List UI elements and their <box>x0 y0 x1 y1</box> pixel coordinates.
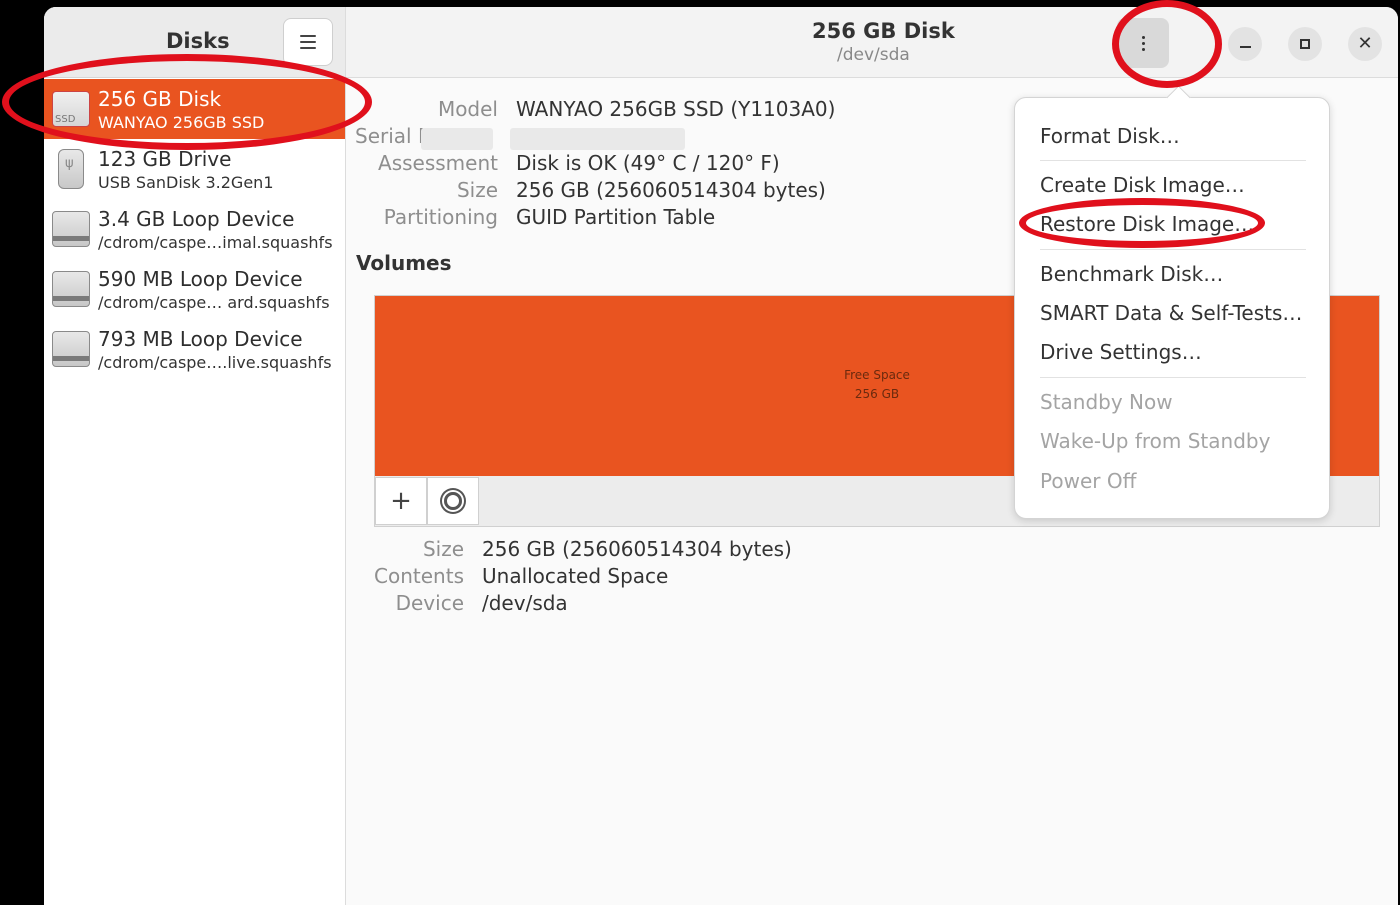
menu-item-format-disk[interactable]: Format Disk… <box>1040 124 1180 148</box>
device-description: USB SanDisk 3.2Gen1 <box>98 173 274 192</box>
app-title: Disks <box>166 29 230 53</box>
device-item-123gb-drive[interactable]: ψ 123 GB Drive USB SanDisk 3.2Gen1 <box>44 139 345 199</box>
serial-redacted <box>421 128 493 150</box>
usb-drive-icon: ψ <box>58 149 84 189</box>
menu-item-power-off[interactable]: Power Off <box>1040 469 1136 493</box>
volume-size-value: 256 GB (256060514304 bytes) <box>482 537 792 561</box>
minimize-button[interactable] <box>1228 27 1262 61</box>
device-list: SSD 256 GB Disk WANYAO 256GB SSD ψ 123 G… <box>44 79 345 379</box>
loop-device-icon <box>52 271 90 307</box>
plus-icon: + <box>390 486 412 516</box>
volume-device-label: Device <box>395 591 464 615</box>
main-menu-button[interactable] <box>283 18 333 66</box>
menu-item-wake-up[interactable]: Wake-Up from Standby <box>1040 429 1270 453</box>
partition-options-button[interactable] <box>427 477 479 525</box>
model-value: WANYAO 256GB SSD (Y1103A0) <box>516 97 836 121</box>
disk-title: 256 GB Disk <box>812 19 955 43</box>
volume-device-value: /dev/sda <box>482 591 568 615</box>
partitioning-value: GUID Partition Table <box>516 205 716 229</box>
disk-device-path: /dev/sda <box>837 45 910 65</box>
volume-contents-label: Contents <box>374 564 464 588</box>
menu-separator <box>1040 249 1306 250</box>
menu-item-benchmark-disk[interactable]: Benchmark Disk… <box>1040 262 1223 286</box>
device-description: WANYAO 256GB SSD <box>98 113 265 132</box>
close-icon: ✕ <box>1357 33 1373 54</box>
kebab-menu-icon <box>1141 35 1145 51</box>
close-button[interactable]: ✕ <box>1348 27 1382 61</box>
volume-contents-value: Unallocated Space <box>482 564 669 588</box>
menu-separator <box>1040 377 1306 378</box>
hamburger-icon <box>300 35 316 49</box>
volumes-heading: Volumes <box>356 251 452 275</box>
device-item-590mb-loop[interactable]: 590 MB Loop Device /cdrom/caspe… ard.squ… <box>44 259 345 319</box>
menu-item-smart-data[interactable]: SMART Data & Self-Tests… <box>1040 301 1302 325</box>
menu-item-standby-now[interactable]: Standby Now <box>1040 390 1173 414</box>
size-value: 256 GB (256060514304 bytes) <box>516 178 826 202</box>
loop-device-icon <box>52 211 90 247</box>
device-name: 256 GB Disk <box>98 87 222 111</box>
device-description: /cdrom/caspe…imal.squashfs <box>98 233 333 252</box>
device-description: /cdrom/caspe….live.squashfs <box>98 353 332 372</box>
main-header: 256 GB Disk /dev/sda ✕ <box>346 7 1398 78</box>
device-item-3-4gb-loop[interactable]: 3.4 GB Loop Device /cdrom/caspe…imal.squ… <box>44 199 345 259</box>
menu-item-create-disk-image[interactable]: Create Disk Image… <box>1040 173 1245 197</box>
sidebar-header: Disks <box>44 7 345 78</box>
partitioning-label: Partitioning <box>383 205 498 229</box>
maximize-icon <box>1300 39 1310 49</box>
size-label: Size <box>456 178 498 202</box>
assessment-label: Assessment <box>378 151 498 175</box>
device-item-793mb-loop[interactable]: 793 MB Loop Device /cdrom/caspe….live.sq… <box>44 319 345 379</box>
device-name: 3.4 GB Loop Device <box>98 207 295 231</box>
create-partition-button[interactable]: + <box>375 477 427 525</box>
ssd-icon: SSD <box>52 91 90 127</box>
assessment-value: Disk is OK (49° C / 120° F) <box>516 151 780 175</box>
drive-options-menu: Format Disk… Create Disk Image… Restore … <box>1014 97 1330 519</box>
disks-window: Disks SSD 256 GB Disk WANYAO 256GB SSD ψ… <box>44 7 1398 905</box>
menu-item-drive-settings[interactable]: Drive Settings… <box>1040 340 1202 364</box>
maximize-button[interactable] <box>1288 27 1322 61</box>
device-name: 590 MB Loop Device <box>98 267 303 291</box>
device-item-256gb-disk[interactable]: SSD 256 GB Disk WANYAO 256GB SSD <box>44 79 345 139</box>
device-description: /cdrom/caspe… ard.squashfs <box>98 293 330 312</box>
menu-separator <box>1040 160 1306 161</box>
minimize-icon <box>1239 46 1251 48</box>
menu-item-restore-disk-image[interactable]: Restore Disk Image… <box>1040 212 1254 236</box>
model-label: Model <box>437 97 498 121</box>
drive-options-button[interactable] <box>1117 18 1169 68</box>
gear-icon <box>444 492 462 510</box>
device-name: 123 GB Drive <box>98 147 232 171</box>
volume-size-label: Size <box>422 537 464 561</box>
sidebar: Disks SSD 256 GB Disk WANYAO 256GB SSD ψ… <box>44 7 346 905</box>
serial-value-redacted <box>510 128 685 150</box>
device-name: 793 MB Loop Device <box>98 327 303 351</box>
loop-device-icon <box>52 331 90 367</box>
